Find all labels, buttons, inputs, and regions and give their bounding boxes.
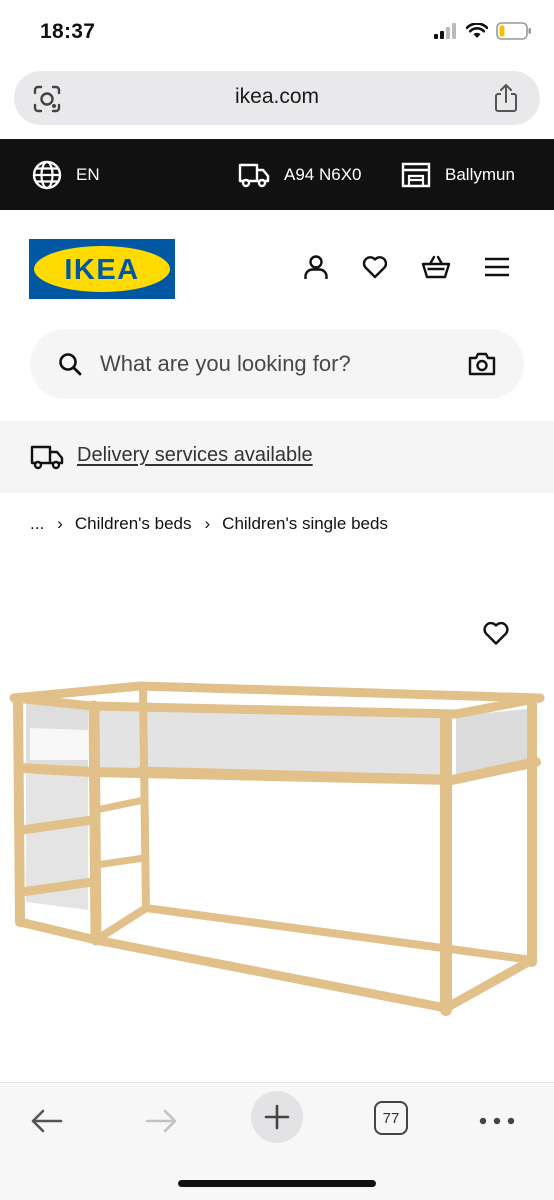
delivery-services-link[interactable]: Delivery services available <box>77 444 313 467</box>
share-icon[interactable] <box>492 83 520 113</box>
breadcrumb-item-childrens-beds[interactable]: Children's beds <box>75 514 192 534</box>
ikea-logo-text: IKEA <box>64 254 139 286</box>
url-text[interactable]: ikea.com <box>14 85 540 109</box>
globe-icon <box>32 160 62 189</box>
menu-icon[interactable] <box>484 254 510 280</box>
new-tab-button[interactable] <box>251 1091 303 1143</box>
tab-switcher-button[interactable]: 77 <box>374 1101 408 1135</box>
search-input[interactable] <box>100 329 450 399</box>
camera-icon[interactable] <box>468 351 496 377</box>
truck-icon <box>30 445 64 470</box>
store-selector[interactable]: Ballymun <box>401 139 515 210</box>
delivery-banner: Delivery services available <box>0 421 554 493</box>
arrow-right-icon <box>145 1109 177 1133</box>
language-selector[interactable]: EN <box>32 139 100 210</box>
status-bar: 18:37 <box>0 0 554 66</box>
site-header: IKEA <box>0 210 554 320</box>
back-button[interactable] <box>26 1097 66 1145</box>
status-icons <box>434 22 532 40</box>
header-actions <box>303 254 510 280</box>
truck-icon <box>238 163 270 187</box>
breadcrumb-item-childrens-single-beds[interactable]: Children's single beds <box>222 514 388 534</box>
search-bar[interactable] <box>30 329 524 399</box>
postcode-label: A94 N6X0 <box>284 164 362 184</box>
ikea-logo[interactable]: IKEA <box>29 239 175 299</box>
breadcrumb-separator: › <box>204 514 211 533</box>
store-icon <box>401 162 431 187</box>
breadcrumb-separator: › <box>57 514 63 533</box>
breadcrumb: ... › Children's beds › Children's singl… <box>30 514 388 534</box>
product-image[interactable] <box>0 670 554 1030</box>
postcode-selector[interactable]: A94 N6X0 <box>238 139 362 210</box>
status-time: 18:37 <box>40 20 96 43</box>
wifi-icon <box>466 23 488 38</box>
locale-strip: EN A94 N6X0 Ballymun <box>0 139 554 210</box>
address-bar[interactable]: ikea.com <box>14 71 540 125</box>
more-dots-icon <box>479 1117 515 1125</box>
search-icon <box>59 353 82 376</box>
language-label: EN <box>76 164 100 184</box>
more-menu-button[interactable] <box>476 1097 518 1145</box>
plus-icon <box>264 1104 290 1130</box>
user-icon[interactable] <box>303 254 329 280</box>
heart-icon[interactable] <box>482 620 510 646</box>
bed-panels <box>26 698 536 910</box>
cellular-signal-icon <box>434 23 456 39</box>
home-indicator <box>178 1180 376 1187</box>
ikea-logo-mark: IKEA <box>29 239 175 299</box>
breadcrumb-ellipsis[interactable]: ... <box>30 514 44 534</box>
basket-icon[interactable] <box>421 254 451 280</box>
forward-button[interactable] <box>142 1097 182 1145</box>
heart-icon[interactable] <box>362 254 388 280</box>
battery-icon <box>496 22 531 40</box>
store-label: Ballymun <box>445 164 515 184</box>
arrow-left-icon <box>31 1109 63 1133</box>
